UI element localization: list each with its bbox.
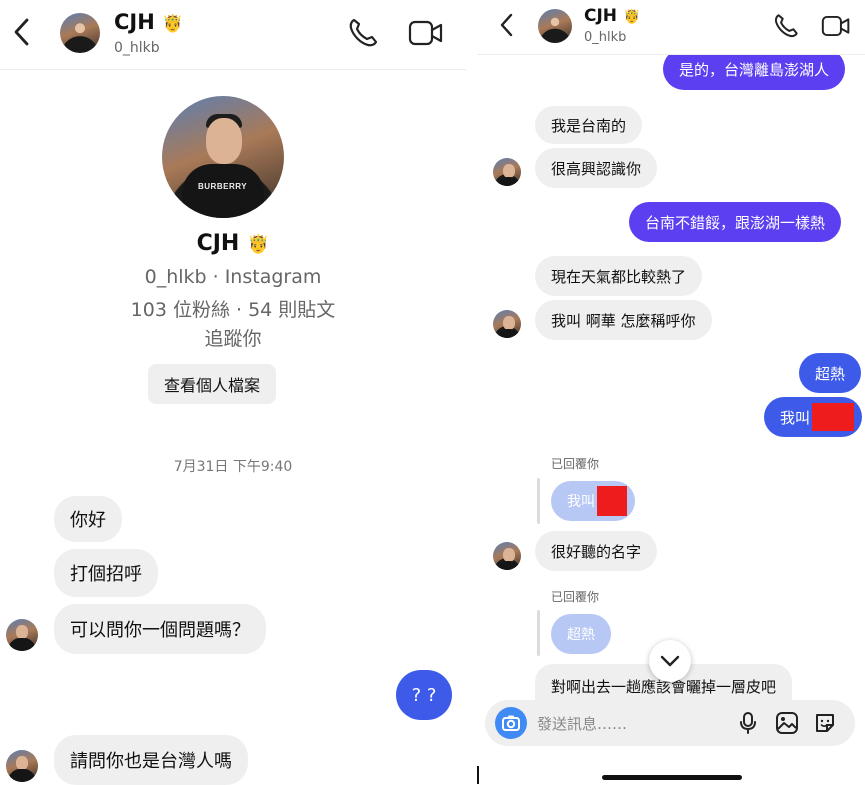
chevron-down-icon	[660, 655, 680, 667]
avatar-shirt	[182, 164, 264, 218]
contact-name-text: CJH	[114, 10, 155, 34]
back-chevron-icon[interactable]	[499, 11, 515, 45]
quoted-message[interactable]: 超熱	[551, 614, 611, 654]
home-indicator	[602, 775, 742, 780]
message-bubble[interactable]: 可以問你一個問題嗎？	[54, 604, 266, 654]
my-message-bubble[interactable]: ? ?	[396, 670, 452, 720]
quoted-message[interactable]: 我叫	[551, 481, 635, 521]
profile-avatar[interactable]: BURBERRY	[162, 96, 284, 218]
panel-divider	[466, 0, 477, 785]
contact-username: 0_hlkb	[114, 40, 160, 56]
left-chat-screen: CJH 🤴 0_hlkb BURBERRY CJH 🤴 0_hlkb · Ins…	[0, 0, 466, 785]
video-camera-icon[interactable]	[821, 12, 851, 44]
reply-indicator-bar	[537, 610, 540, 656]
message-bubble[interactable]: 很好聽的名字	[535, 531, 658, 571]
message-bubble[interactable]: 請問你也是台灣人嗎	[54, 735, 248, 785]
crown-emoji: 🤴	[247, 234, 270, 255]
my-message-bubble[interactable]: 我叫	[764, 397, 863, 437]
back-chevron-icon[interactable]	[12, 16, 32, 54]
avatar[interactable]	[60, 13, 100, 53]
sender-avatar[interactable]	[493, 158, 521, 186]
profile-stats: 103 位粉絲 · 54 則貼文	[130, 299, 336, 321]
replied-label: 已回覆你	[551, 590, 600, 604]
message-text: 我叫	[780, 408, 811, 427]
message-bubble[interactable]: 很高興認識你	[535, 148, 658, 188]
camera-icon[interactable]	[495, 707, 527, 739]
my-message-bubble[interactable]: 超熱	[799, 353, 862, 393]
sticker-icon[interactable]	[813, 711, 837, 739]
gallery-icon[interactable]	[775, 711, 799, 739]
message-bubble[interactable]: 打個招呼	[54, 549, 158, 597]
phone-icon[interactable]	[346, 16, 380, 54]
redaction-block	[597, 486, 627, 516]
message-bubble[interactable]: 我叫 啊華 怎麼稱呼你	[535, 300, 712, 340]
message-timestamp: 7月31日 下午9:40	[173, 459, 293, 475]
contact-name[interactable]: CJH 🤴	[114, 10, 183, 34]
message-input[interactable]: 發送訊息……	[537, 713, 627, 734]
crown-emoji: 🤴	[622, 9, 641, 25]
message-bubble[interactable]: 你好	[54, 496, 122, 542]
sender-avatar[interactable]	[493, 310, 521, 338]
follow-status: 追蹤你	[204, 328, 262, 350]
contact-name-text: CJH	[584, 6, 618, 26]
sender-avatar[interactable]	[6, 750, 38, 782]
cursor-caret	[477, 766, 479, 784]
profile-name-text: CJH	[196, 231, 240, 256]
avatar[interactable]	[538, 9, 572, 43]
message-composer: 發送訊息……	[485, 700, 855, 746]
replied-label: 已回覆你	[551, 457, 600, 471]
message-text: 我叫	[567, 494, 595, 510]
shirt-brand: BURBERRY	[198, 182, 248, 191]
message-bubble[interactable]: 現在天氣都比較熱了	[535, 256, 703, 296]
reply-indicator-bar	[537, 478, 540, 524]
scroll-to-bottom-button[interactable]	[649, 640, 691, 682]
sender-avatar[interactable]	[493, 542, 521, 570]
sender-avatar[interactable]	[6, 619, 38, 651]
phone-icon[interactable]	[772, 12, 800, 44]
crown-emoji: 🤴	[162, 14, 184, 34]
avatar-head	[206, 118, 242, 164]
my-message-bubble[interactable]: 台南不錯餒，跟澎湖一樣熱	[629, 202, 842, 242]
profile-subtitle: 0_hlkb · Instagram	[144, 266, 322, 288]
microphone-icon[interactable]	[737, 711, 759, 739]
contact-username: 0_hlkb	[584, 30, 627, 45]
message-bubble[interactable]: 我是台南的	[535, 106, 643, 144]
contact-name[interactable]: CJH 🤴	[584, 6, 640, 26]
chat-header: CJH 🤴 0_hlkb	[477, 0, 865, 55]
profile-name: CJH 🤴	[0, 231, 466, 256]
right-chat-screen: CJH 🤴 0_hlkb 是的，台灣離島澎湖人 我是台南的 很高興認識你 台南不…	[477, 0, 865, 785]
chat-header: CJH 🤴 0_hlkb	[0, 0, 466, 70]
view-profile-button[interactable]: 查看個人檔案	[148, 364, 277, 404]
redaction-block	[812, 403, 855, 431]
video-camera-icon[interactable]	[408, 16, 444, 54]
